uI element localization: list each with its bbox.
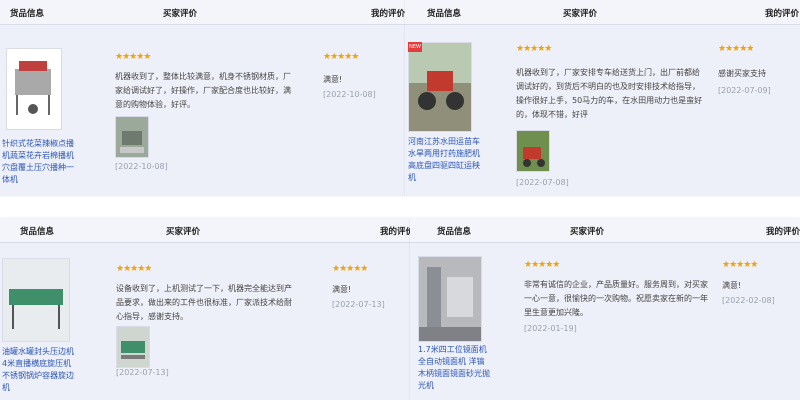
review-text: 机器收到了，整体比较满意，机身不锈钢材质，厂家给调试好了，好操作，厂家配合度也比… (115, 72, 291, 109)
photo-icon (517, 131, 549, 171)
product-name-link[interactable]: 1.7米四工位镜面机全自动镜面机 洋镐木柄镜面镜面砂光抛光机 (418, 344, 490, 392)
reply-date: [2022-02-08] (722, 296, 775, 305)
review-text: 非常有诚信的企业，产品质量好。服务周到，对买家一心一意，很愉快的一次购物。祝愿卖… (524, 280, 708, 317)
machine-image-icon (3, 259, 69, 341)
machine-image-icon (15, 61, 51, 115)
tractor-image-icon (409, 43, 471, 131)
star-rating-icon: ★★★★★ (115, 52, 151, 62)
header-goods: 货品信息 (10, 9, 45, 19)
new-badge: NEW (408, 42, 422, 52)
review-photo[interactable] (116, 326, 150, 368)
reply-rating-stars: ★★★★★ (332, 264, 368, 274)
reply-text: 满意! (323, 75, 343, 84)
reply-rating-stars: ★★★★★ (323, 52, 359, 62)
review-photo[interactable] (115, 116, 149, 158)
table-header: 货品信息 买家评价 我的评价 (0, 218, 410, 243)
header-buyer-review: 买家评价 (563, 9, 598, 19)
header-my-review: 我的评价 (380, 227, 410, 237)
review-photo[interactable] (516, 130, 550, 172)
machine-image-icon (419, 257, 481, 341)
reply-text: 满意! (722, 281, 742, 290)
star-rating-icon: ★★★★★ (718, 44, 754, 54)
product-name-link[interactable]: 针织式花菜辣椒点播机蔬菜花卉岩棉播机穴盘覆土压穴播种一体机 (2, 138, 74, 186)
product-name-link[interactable]: 河南江苏水田运苗车水旱两用打药施肥机高底盘四驱四缸运秧机 (408, 136, 480, 184)
header-my-review: 我的评价 (766, 227, 800, 237)
product-thumbnail[interactable] (408, 42, 472, 132)
review-card-3: 货品信息 买家评价 我的评价 油罐水罐封头压边机4米直播横底旋压机不锈钢锅炉容器… (0, 218, 410, 400)
rating-stars: ★★★★★ (524, 260, 560, 270)
review-date: [2022-01-19] (524, 324, 577, 333)
review-card-2: 货品信息 买家评价 我的评价 NEW 河南江苏水田运苗车水旱两用打药施肥机高底盘… (405, 0, 800, 196)
header-goods: 货品信息 (20, 227, 55, 237)
header-buyer-review: 买家评价 (570, 227, 605, 237)
review-card-1: 货品信息 买家评价 我的评价 针织式花菜辣椒点播机蔬菜花卉岩棉播机穴盘覆土压穴播… (0, 0, 405, 196)
product-thumbnail[interactable] (2, 258, 70, 342)
review-date: [2022-07-08] (516, 178, 569, 187)
reply-text: 感谢买家支持 (718, 69, 766, 78)
review-date: [2022-07-13] (116, 368, 169, 377)
star-rating-icon: ★★★★★ (722, 260, 758, 270)
product-name-link[interactable]: 油罐水罐封头压边机4米直播横底旋压机不锈钢锅炉容器旋边机 (2, 346, 74, 394)
star-rating-icon: ★★★★★ (516, 44, 552, 54)
product-thumbnail[interactable] (6, 48, 62, 130)
header-my-review: 我的评价 (765, 9, 800, 19)
star-rating-icon: ★★★★★ (332, 264, 368, 274)
header-goods: 货品信息 (437, 227, 472, 237)
reply-text: 满意! (332, 285, 352, 294)
reply-rating-stars: ★★★★★ (722, 260, 758, 270)
reply-rating-stars: ★★★★★ (718, 44, 754, 54)
star-rating-icon: ★★★★★ (323, 52, 359, 62)
photo-icon (116, 117, 148, 157)
reply-date: [2022-10-08] (323, 90, 376, 99)
star-rating-icon: ★★★★★ (116, 264, 152, 274)
header-goods: 货品信息 (427, 9, 462, 19)
reply-date: [2022-07-09] (718, 86, 771, 95)
header-buyer-review: 买家评价 (163, 9, 198, 19)
review-text: 设备收到了，上机测试了一下，机器完全能达到产品要求，做出来的工件也很标准，厂家派… (116, 284, 292, 321)
table-header: 货品信息 买家评价 我的评价 (410, 218, 800, 243)
table-header: 货品信息 买家评价 我的评价 (0, 0, 405, 25)
photo-icon (117, 327, 149, 367)
rating-stars: ★★★★★ (115, 52, 151, 62)
rating-stars: ★★★★★ (116, 264, 152, 274)
review-text: 机器收到了，厂家安排专车给送货上门，出厂前都给调试好的，到货后不明白的也及时安排… (516, 68, 703, 119)
header-buyer-review: 买家评价 (166, 227, 201, 237)
reply-date: [2022-07-13] (332, 300, 385, 309)
review-date: [2022-10-08] (115, 162, 168, 171)
header-my-review: 我的评价 (371, 9, 405, 19)
table-header: 货品信息 买家评价 我的评价 (405, 0, 800, 25)
rating-stars: ★★★★★ (516, 44, 552, 54)
review-card-4: 货品信息 买家评价 我的评价 1.7米四工位镜面机全自动镜面机 洋镐木柄镜面镜面… (410, 218, 800, 400)
star-rating-icon: ★★★★★ (524, 260, 560, 270)
product-thumbnail[interactable] (418, 256, 482, 342)
